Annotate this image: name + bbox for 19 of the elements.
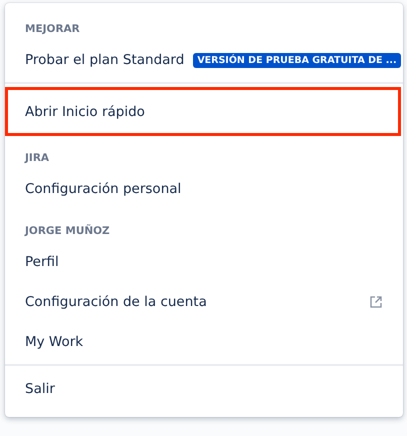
section-header: MEJORAR (24, 22, 81, 36)
section-header: JORGE MUÑOZ (23, 224, 111, 238)
menu-item[interactable]: Abrir Inicio rápido (5, 87, 401, 136)
trial-badge: VERSIÓN DE PRUEBA GRATUITA DE ... (193, 52, 401, 68)
menu-item-label: Probar el plan Standard (25, 52, 184, 68)
menu-item[interactable]: Configuración de la cuenta (5, 282, 403, 322)
menu-item-label: Configuración personal (25, 181, 182, 197)
menu-item-label: Perfil (25, 254, 59, 270)
menu-item[interactable]: Probar el plan Standard VERSIÓN DE PRUEBA GRATUITA DE ... (5, 40, 403, 80)
section-header: JIRA (23, 151, 50, 165)
menu-item[interactable]: Configuración personal (5, 169, 403, 209)
menu-item-label: Salir (25, 381, 55, 397)
menu-item[interactable]: Perfil (5, 242, 403, 282)
menu-item-label: My Work (25, 334, 84, 350)
menu-item-label: Configuración de la cuenta (25, 294, 207, 310)
menu-item-label: Abrir Inicio rápido (25, 104, 145, 120)
menu-item[interactable]: Salir (5, 369, 403, 409)
external-link-icon (369, 295, 383, 309)
menu-item[interactable]: My Work (5, 322, 403, 362)
